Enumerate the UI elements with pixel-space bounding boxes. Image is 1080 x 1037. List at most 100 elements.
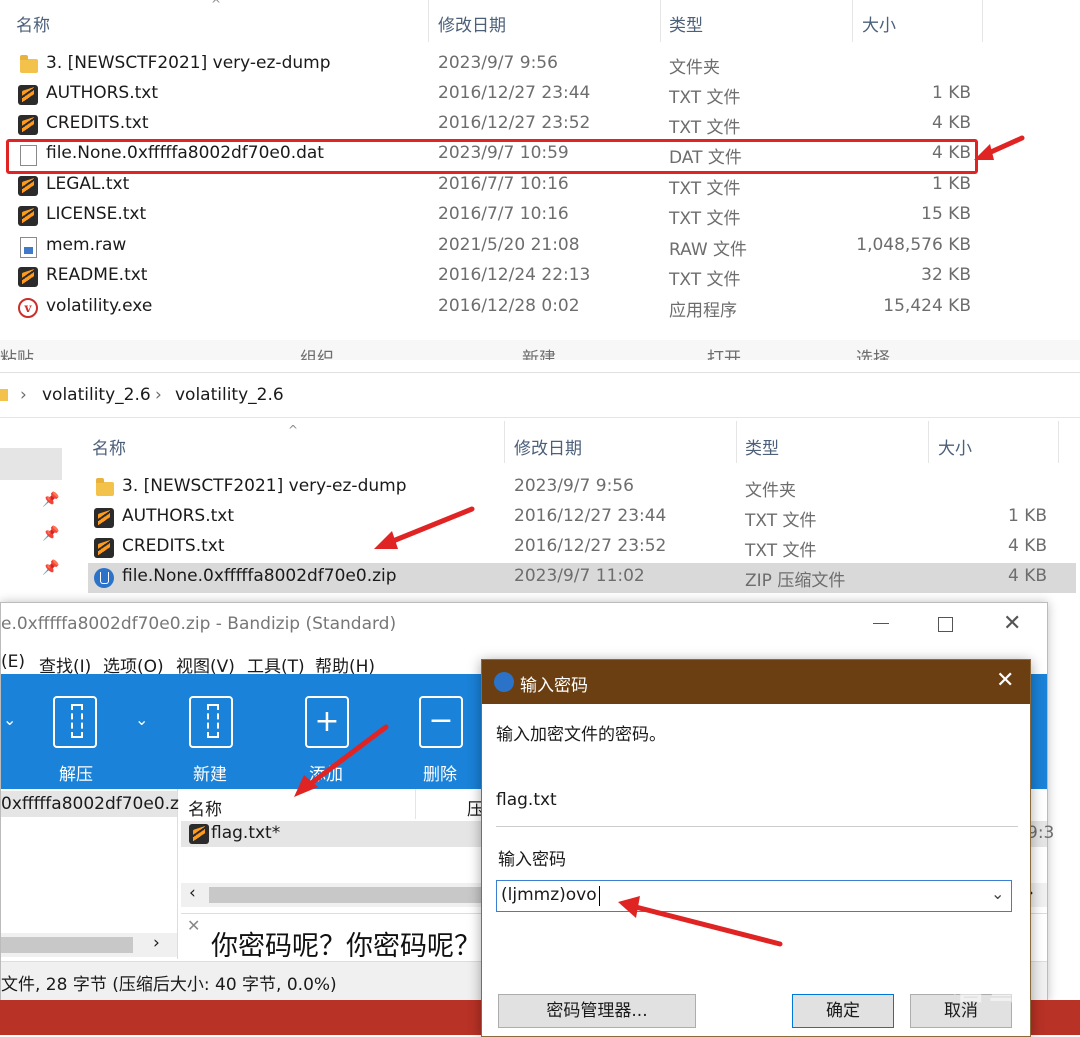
highlight-box (6, 139, 978, 174)
encrypted-filename: flag.txt (496, 790, 557, 810)
close-comment-icon[interactable]: ✕ (187, 916, 200, 935)
file-name: README.txt (46, 265, 148, 285)
file-row[interactable]: mem.raw 2021/5/20 21:08 RAW 文件 1,048,576… (0, 232, 1000, 262)
file-time: 9:3 (1027, 823, 1055, 843)
column-header-size[interactable]: 大小 (862, 11, 896, 36)
file-row[interactable]: LICENSE.txt 2016/7/7 10:16 TXT 文件 15 KB (0, 201, 1000, 231)
menu-edit[interactable]: (E) (1, 652, 25, 672)
file-row[interactable]: 3. [NEWSCTF2021] very-ez-dump 2023/9/7 9… (76, 473, 1076, 503)
close-icon[interactable]: ✕ (1003, 611, 1021, 636)
extract-label: 解压 (59, 765, 93, 785)
file-size: 1 KB (1007, 506, 1047, 526)
breadcrumb-item[interactable]: volatility_2.6 (42, 385, 151, 405)
archive-comment: 你密码呢？你密码呢？ (211, 931, 481, 962)
column-header-type[interactable]: 类型 (745, 434, 779, 459)
tree-item-archive[interactable]: 0xfffffa8002df70e0.z (1, 791, 179, 817)
file-row[interactable]: LEGAL.txt 2016/7/7 10:16 TXT 文件 1 KB (0, 171, 1000, 201)
extract-button[interactable]: 解压 (49, 692, 109, 785)
file-size: 4 KB (1007, 566, 1047, 586)
password-manager-button[interactable]: 密码管理器... (498, 994, 696, 1028)
file-type: 文件夹 (745, 481, 796, 501)
file-row[interactable]: README.txt 2016/12/24 22:13 TXT 文件 32 KB (0, 262, 1000, 292)
file-name: LICENSE.txt (46, 204, 147, 224)
horizontal-scrollbar[interactable]: › (1, 933, 177, 957)
file-name: AUTHORS.txt (46, 83, 159, 103)
file-size: 15 KB (921, 204, 971, 224)
file-row[interactable]: CREDITS.txt 2016/12/27 23:52 TXT 文件 4 KB (76, 533, 1076, 563)
dialog-title-bar[interactable]: 输入密码 ✕ (482, 660, 1030, 704)
dialog-title: 输入密码 (520, 676, 588, 696)
file-name: 3. [NEWSCTF2021] very-ez-dump (122, 476, 407, 496)
file-row[interactable]: CREDITS.txt 2016/12/27 23:52 TXT 文件 4 KB (0, 110, 1000, 140)
folder-icon (20, 55, 38, 73)
column-header-name[interactable]: 名称 (16, 11, 50, 36)
breadcrumb-item[interactable]: volatility_2.6 (175, 385, 284, 405)
scroll-right-icon[interactable]: › (153, 933, 160, 953)
sublime-file-icon (18, 267, 38, 287)
file-date: 2016/12/27 23:52 (514, 536, 667, 556)
file-row[interactable]: AUTHORS.txt 2016/12/27 23:44 TXT 文件 1 KB (0, 80, 1000, 110)
column-header-name[interactable]: 名称 (188, 795, 222, 820)
pin-icon[interactable]: 📌 (42, 492, 59, 508)
delete-file-icon: − (419, 696, 463, 748)
text-cursor (599, 886, 600, 906)
minimize-icon[interactable] (873, 623, 889, 624)
ok-button[interactable]: 确定 (792, 994, 894, 1028)
window-title: e.0xfffffa8002df70e0.zip - Bandizip (Sta… (1, 614, 397, 634)
file-size: 1 KB (931, 83, 971, 103)
file-row[interactable]: 3. [NEWSCTF2021] very-ez-dump 2023/9/7 9… (0, 50, 1000, 80)
file-row-selected[interactable]: file.None.0xfffffa8002df70e0.zip 2023/9/… (88, 563, 1076, 593)
volatility-icon: v (18, 298, 38, 318)
file-name: flag.txt* (211, 823, 281, 843)
file-date: 2016/12/27 23:44 (438, 83, 591, 103)
chevron-down-icon[interactable]: ⌄ (3, 710, 16, 729)
file-date: 2021/5/20 21:08 (438, 235, 580, 255)
close-icon[interactable]: ✕ (996, 668, 1014, 693)
file-type: TXT 文件 (669, 118, 741, 138)
chevron-down-icon[interactable]: ⌄ (135, 710, 148, 729)
file-date: 2016/12/24 22:13 (438, 265, 591, 285)
maximize-icon[interactable] (938, 617, 953, 632)
file-name: volatility.exe (46, 296, 153, 316)
file-type: 文件夹 (669, 58, 720, 78)
new-archive-icon (189, 696, 233, 748)
file-size: 15,424 KB (883, 296, 971, 316)
column-header-type[interactable]: 类型 (669, 11, 703, 36)
file-date: 2016/7/7 10:16 (438, 174, 569, 194)
column-header-date[interactable]: 修改日期 (438, 11, 506, 36)
column-header-name[interactable]: 名称 (92, 434, 126, 459)
column-header-date[interactable]: 修改日期 (514, 434, 582, 459)
file-row[interactable]: AUTHORS.txt 2016/12/27 23:44 TXT 文件 1 KB (76, 503, 1076, 533)
column-header-size[interactable]: 大小 (938, 434, 972, 459)
file-type: TXT 文件 (669, 88, 741, 108)
new-button[interactable]: 新建 (185, 692, 245, 785)
file-size: 4 KB (931, 113, 971, 133)
red-arrow-annotation (374, 506, 475, 549)
scroll-left-icon[interactable]: ‹ (189, 883, 196, 903)
nav-pane: 📌 📌 📌 (0, 418, 66, 613)
pin-icon[interactable]: 📌 (42, 560, 59, 576)
pin-icon[interactable]: 📌 (42, 526, 59, 542)
sublime-file-icon (18, 206, 38, 226)
sublime-file-icon (18, 115, 38, 135)
zip-file-icon (94, 568, 114, 588)
delete-button[interactable]: − 删除 (417, 692, 477, 785)
title-bar[interactable]: e.0xfffffa8002df70e0.zip - Bandizip (Sta… (1, 603, 1047, 645)
file-row[interactable]: v volatility.exe 2016/12/28 0:02 应用程序 15… (0, 293, 1000, 323)
watermark-text: 看雪 (952, 968, 1020, 1008)
chevron-right-icon: › (20, 385, 27, 405)
sublime-file-icon (94, 508, 114, 528)
delete-label: 删除 (423, 765, 457, 785)
extract-icon (53, 696, 97, 748)
sublime-file-icon (18, 176, 38, 196)
file-name: AUTHORS.txt (122, 506, 235, 526)
address-bar[interactable]: › volatility_2.6 › volatility_2.6 (0, 373, 1080, 418)
file-date: 2016/12/27 23:44 (514, 506, 667, 526)
top-explorer: ^ 名称 修改日期 类型 大小 3. [NEWSCTF2021] very-ez… (0, 0, 1080, 360)
nav-item-selected[interactable] (0, 448, 62, 480)
chevron-down-icon[interactable]: ⌄ (991, 884, 1004, 903)
password-value: (ljmmz)ovo (501, 885, 597, 905)
ribbon-strip: 粘贴 组织 新建 打开 选择 (0, 340, 1080, 360)
raw-file-icon (20, 237, 37, 258)
file-type: RAW 文件 (669, 240, 748, 260)
